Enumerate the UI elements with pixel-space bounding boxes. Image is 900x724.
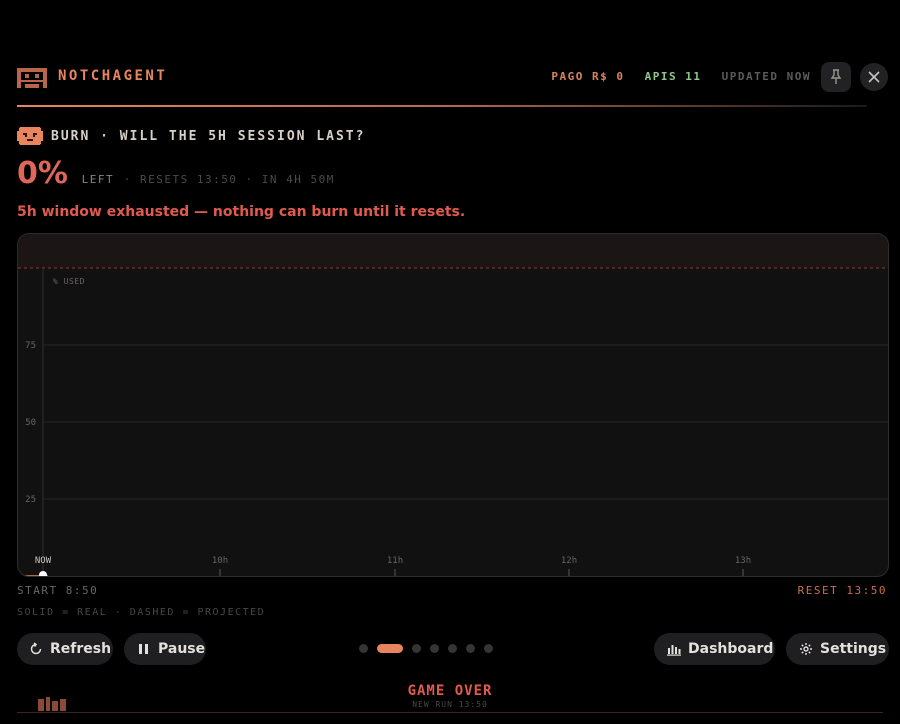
exhausted-warning: 5h window exhausted — nothing can burn u… <box>17 204 466 220</box>
page-dot[interactable] <box>359 644 368 653</box>
game-over-title: GAME OVER <box>407 683 493 699</box>
page-dot[interactable] <box>430 644 439 653</box>
refresh-label: Refresh <box>50 641 112 657</box>
pin-button[interactable] <box>821 62 851 92</box>
page-dot-active[interactable] <box>377 644 403 653</box>
pago-stat: PAGO R$ 0 <box>551 70 625 83</box>
updated-stat: UPDATED NOW <box>721 70 811 83</box>
y-axis-label: % USED <box>53 277 85 286</box>
footer-divider <box>17 712 883 713</box>
percent-left-label: LEFT <box>81 173 115 186</box>
header-divider <box>17 105 867 107</box>
usage-chart: % USED 25 50 75 NOW 10h 11h 12h 13h <box>17 233 889 577</box>
x-tick-label: 11h <box>387 556 403 566</box>
pause-label: Pause <box>158 641 206 657</box>
apis-stat: APIS 11 <box>644 70 702 83</box>
dashboard-label: Dashboard <box>688 641 774 657</box>
dashboard-button[interactable]: Dashboard <box>654 633 775 665</box>
header: NOTCHAGENT PAGO R$ 0 APIS 11 UPDATED NOW <box>17 62 889 92</box>
settings-label: Settings <box>820 641 887 657</box>
close-button[interactable] <box>860 63 888 91</box>
x-tick-label: 12h <box>561 556 577 566</box>
y-tick-label: 25 <box>25 495 36 505</box>
y-tick-label: 75 <box>25 341 36 351</box>
exhausted-zone <box>18 234 888 268</box>
burn-face-icon <box>17 127 43 145</box>
reset-meta: · RESETS 13:50 · IN 4H 50M <box>123 173 335 186</box>
app-title: NOTCHAGENT <box>58 68 168 84</box>
new-run-label: NEW RUN 13:50 <box>412 700 488 709</box>
bar-chart-icon <box>667 645 681 656</box>
pixel-invader-icon <box>17 68 47 88</box>
y-tick-label: 50 <box>25 418 36 428</box>
settings-button[interactable]: Settings <box>786 633 889 665</box>
percent-row: 0% LEFT · RESETS 13:50 · IN 4H 50M <box>17 156 335 192</box>
page-dot[interactable] <box>448 644 457 653</box>
page-dot[interactable] <box>484 644 493 653</box>
gear-icon <box>800 643 812 655</box>
axis-start-label: START 8:50 <box>17 584 99 597</box>
x-tick-label: 10h <box>212 556 228 566</box>
x-tick-label: NOW <box>35 556 52 566</box>
page-dot[interactable] <box>466 644 475 653</box>
page-indicator[interactable] <box>359 644 493 653</box>
refresh-icon <box>30 642 42 655</box>
percent-left-value: 0% <box>17 156 68 191</box>
page-dot[interactable] <box>412 644 421 653</box>
now-marker <box>39 571 47 576</box>
chart-legend: SOLID = REAL · DASHED = PROJECTED <box>17 607 266 618</box>
pause-button[interactable]: Pause <box>124 633 206 665</box>
burn-title: BURN · WILL THE 5H SESSION LAST? <box>51 129 366 144</box>
close-icon <box>868 71 880 83</box>
pause-icon <box>139 644 148 654</box>
usage-chart-svg: % USED 25 50 75 NOW 10h 11h 12h 13h <box>18 234 888 576</box>
status-bar: PAGO R$ 0 APIS 11 UPDATED NOW <box>551 70 811 83</box>
pin-icon <box>830 69 842 84</box>
x-tick-label: 13h <box>735 556 751 566</box>
refresh-button[interactable]: Refresh <box>17 633 113 665</box>
axis-reset-label: RESET 13:50 <box>797 584 887 597</box>
